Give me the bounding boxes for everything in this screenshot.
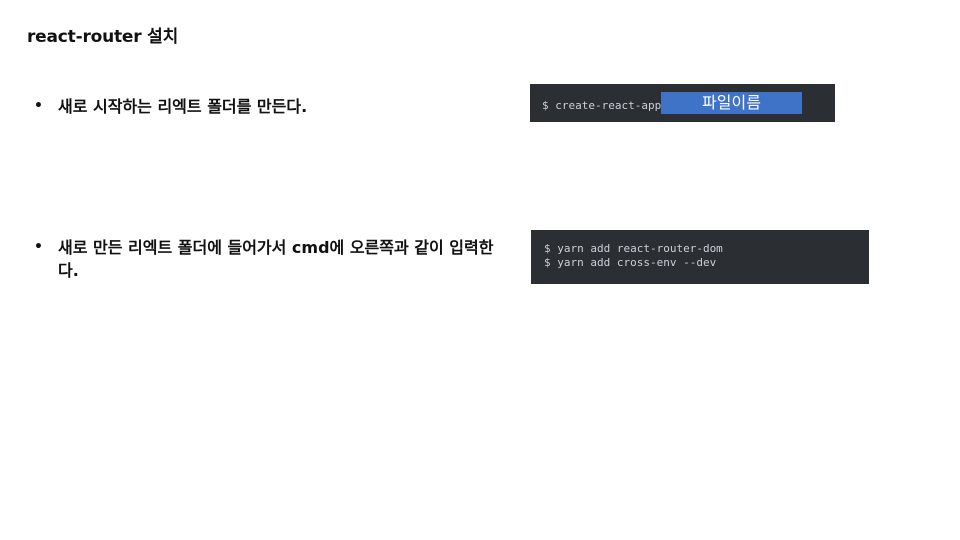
bullet-marker: • [34, 98, 43, 114]
slide: react-router 설치 • 새로 시작하는 리엑트 폴더를 만든다. •… [0, 0, 960, 540]
bullet-text: 새로 만든 리엑트 폴더에 들어가서 cmd에 오른쪽과 같이 입력한다. [58, 238, 494, 280]
code-command: $ create-react-app [542, 99, 662, 112]
bullet-item: • 새로 시작하는 리엑트 폴더를 만든다. [34, 95, 498, 118]
bullet-text: 새로 시작하는 리엑트 폴더를 만든다. [58, 97, 308, 116]
code-block-install: $ yarn add react-router-dom $ yarn add c… [531, 230, 869, 284]
slide-title: react-router 설치 [27, 27, 179, 47]
bullet-marker: • [34, 239, 43, 255]
code-line: $ yarn add cross-env --dev [544, 256, 717, 269]
code-block-create-app: $ create-react-app 파일이름 [530, 84, 835, 122]
bullet-item: • 새로 만든 리엑트 폴더에 들어가서 cmd에 오른쪽과 같이 입력한다. [34, 236, 498, 282]
code-line: $ yarn add react-router-dom [544, 242, 723, 255]
file-name-placeholder: 파일이름 [661, 92, 802, 114]
